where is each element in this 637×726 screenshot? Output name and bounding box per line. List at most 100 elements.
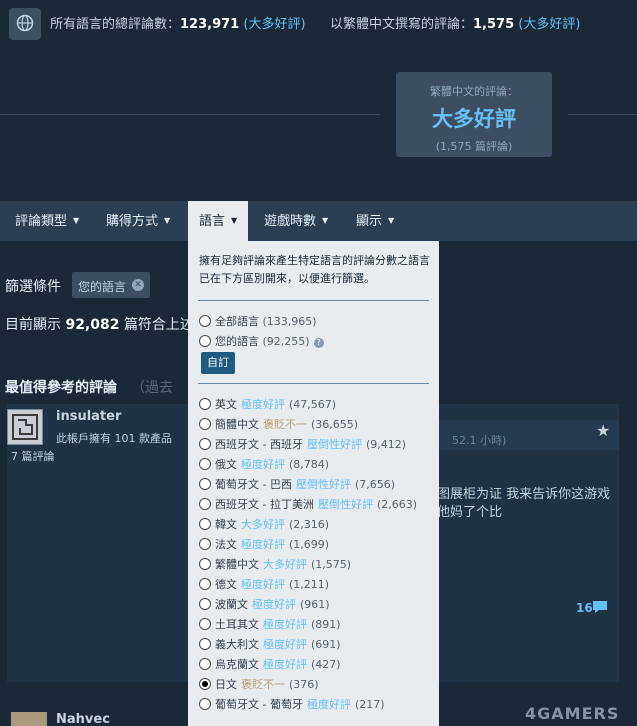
language-rating: 褒貶不一: [241, 678, 285, 691]
language-label: 西班牙文 - 拉丁美洲: [215, 498, 314, 511]
language-option[interactable]: 繁體中文 大多好評 (1,575): [199, 556, 351, 576]
language-option[interactable]: 烏克蘭文 極度好評 (427): [199, 656, 341, 676]
customize-button[interactable]: 自訂: [201, 352, 235, 374]
radio-button[interactable]: [199, 638, 211, 650]
comment-icon[interactable]: [592, 600, 608, 614]
card-title: 繁體中文的評論：: [430, 85, 518, 98]
language-rating: 極度好評: [252, 598, 296, 611]
caret-down-icon: ▼: [388, 216, 395, 225]
radio-button[interactable]: [199, 438, 211, 450]
language-rating: 極度好評: [241, 398, 285, 411]
menu-purchase-type[interactable]: 購得方式 ▼: [106, 201, 170, 241]
review-text-line: 图展柜为证 我来告诉你这游戏: [437, 487, 611, 502]
language-label: 波蘭文: [215, 598, 248, 611]
language-summary: 以繁體中文撰寫的評論：1,575 (大多好評): [330, 13, 580, 32]
option-your-languages[interactable]: 您的語言 (92,255)?: [199, 333, 324, 353]
all-languages-rating[interactable]: (大多好評): [243, 17, 305, 32]
menu-playtime[interactable]: 遊戲時數 ▼: [264, 201, 328, 241]
language-option[interactable]: 葡萄牙文 - 葡萄牙 極度好評 (217): [199, 696, 385, 716]
review-username-2[interactable]: Nahvec: [56, 712, 110, 726]
review-username[interactable]: insulater: [56, 409, 121, 424]
language-label: 西班牙文 - 西班牙: [215, 438, 303, 451]
filter-chip-your-language[interactable]: 您的語言 ✕: [72, 272, 150, 298]
language-count: (691): [311, 638, 341, 651]
language-rating: 極度好評: [263, 658, 307, 671]
language-option[interactable]: 德文 極度好評 (1,211): [199, 576, 329, 596]
language-option[interactable]: 簡體中文 褒貶不一 (36,655): [199, 416, 358, 436]
menu-review-type[interactable]: 評論類型 ▼: [15, 201, 79, 241]
remove-filter-icon[interactable]: ✕: [132, 279, 144, 291]
radio-button[interactable]: [199, 578, 211, 590]
radio-button[interactable]: [199, 698, 211, 710]
review-hours: 52.1 小時): [452, 434, 507, 447]
caret-down-icon: ▼: [231, 216, 238, 225]
language-count: (217): [354, 698, 385, 711]
showing-count: 92,082: [65, 317, 120, 333]
language-option[interactable]: 西班牙文 - 西班牙 壓倒性好評 (9,412): [199, 436, 406, 456]
language-option[interactable]: 義大利文 極度好評 (691): [199, 636, 341, 656]
option-count: (92,255): [262, 335, 310, 348]
user-avatar[interactable]: [7, 409, 43, 445]
radio-button[interactable]: [199, 398, 211, 410]
option-label: 您的語言: [215, 335, 259, 348]
menu-display[interactable]: 顯示 ▼: [356, 201, 394, 241]
radio-button[interactable]: [199, 315, 211, 327]
radio-button[interactable]: [199, 478, 211, 490]
language-option[interactable]: 法文 極度好評 (1,699): [199, 536, 329, 556]
language-rating[interactable]: (大多好評): [518, 17, 580, 32]
radio-button[interactable]: [199, 658, 211, 670]
language-label: 葡萄牙文 - 巴西: [215, 478, 292, 491]
radio-button[interactable]: [199, 335, 211, 347]
language-option[interactable]: 日文 褒貶不一 (376): [199, 676, 319, 696]
radio-button[interactable]: [199, 498, 211, 510]
user-review-count[interactable]: 7 篇評論: [11, 448, 55, 464]
language-option[interactable]: 葡萄牙文 - 巴西 壓倒性好評 (7,656): [199, 476, 395, 496]
menu-label: 顯示: [356, 214, 383, 229]
all-languages-label: 所有語言的總評論數：: [50, 17, 181, 32]
radio-button[interactable]: [199, 538, 211, 550]
radio-button[interactable]: [199, 678, 211, 690]
showing-prefix: 目前顯示: [5, 317, 61, 333]
caret-down-icon: ▼: [73, 216, 80, 225]
option-count: (133,965): [262, 315, 317, 328]
language-rating: 極度好評: [263, 618, 307, 631]
divider-right: [568, 114, 637, 115]
award-star-icon[interactable]: ★: [596, 421, 610, 440]
radio-button[interactable]: [199, 618, 211, 630]
language-count: (8,784): [289, 458, 330, 471]
language-rating: 壓倒性好評: [306, 438, 362, 451]
language-option[interactable]: 英文 極度好評 (47,567): [199, 396, 336, 416]
radio-button[interactable]: [199, 418, 211, 430]
language-count: 1,575: [473, 17, 515, 32]
radio-button[interactable]: [199, 598, 211, 610]
menu-label: 遊戲時數: [264, 214, 317, 229]
menu-label: 購得方式: [106, 214, 159, 229]
radio-button[interactable]: [199, 558, 211, 570]
products-owned[interactable]: 此帳戶擁有 101 款產品: [56, 430, 172, 446]
dropdown-description: 擁有足夠評論來產生特定語言的評論分數之語言已在下方區別開來，以便進行篩選。: [199, 254, 430, 285]
radio-button[interactable]: [199, 458, 211, 470]
comment-count[interactable]: 16: [576, 601, 593, 615]
language-option[interactable]: 土耳其文 極度好評 (891): [199, 616, 341, 636]
language-option[interactable]: 俄文 極度好評 (8,784): [199, 456, 329, 476]
caret-down-icon: ▼: [164, 216, 171, 225]
menu-language[interactable]: 語言 ▼: [188, 201, 248, 241]
language-option[interactable]: 韓文 大多好評 (2,316): [199, 516, 329, 536]
language-label: 俄文: [215, 458, 237, 471]
user-avatar-2[interactable]: [11, 712, 47, 726]
language-option[interactable]: 西班牙文 - 拉丁美洲 壓倒性好評 (2,663): [199, 496, 417, 516]
language-rating: 極度好評: [241, 538, 285, 551]
chip-label: 您的語言: [78, 280, 127, 294]
option-all-languages[interactable]: 全部語言 (133,965): [199, 313, 317, 333]
radio-button[interactable]: [199, 518, 211, 530]
language-rating: 褒貶不一: [263, 418, 307, 431]
dropdown-divider: [198, 383, 429, 384]
all-languages-count: 123,971: [180, 17, 240, 32]
language-dropdown: 擁有足夠評論來產生特定語言的評論分數之語言已在下方區別開來，以便進行篩選。 全部…: [188, 241, 439, 726]
language-count: (961): [300, 598, 330, 611]
language-option[interactable]: 波蘭文 極度好評 (961): [199, 596, 330, 616]
language-label: 簡體中文: [215, 418, 259, 431]
filters-label: 篩選條件: [5, 279, 61, 295]
showing-count-text: 目前顯示 92,082 篇符合上述: [5, 314, 194, 334]
help-icon[interactable]: ?: [313, 338, 324, 348]
